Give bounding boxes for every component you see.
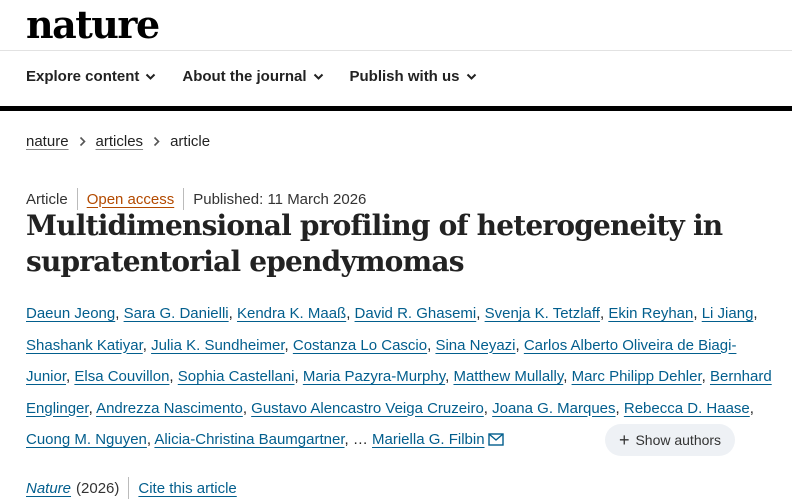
author-link[interactable]: Joana G. Marques <box>492 400 615 417</box>
nav-publish-label: Publish with us <box>349 68 460 85</box>
author-link[interactable]: Costanza Lo Cascio <box>293 337 427 354</box>
chevron-down-icon <box>146 73 156 80</box>
author-separator: , <box>615 399 624 417</box>
author-link[interactable]: Marc Philipp Dehler <box>572 368 702 385</box>
author-link[interactable]: Andrezza Nascimento <box>96 400 243 417</box>
author-separator: , <box>563 368 572 385</box>
author-link[interactable]: Svenja K. Tetzlaff <box>485 305 600 322</box>
plus-icon: + <box>618 430 630 450</box>
author-separator: , <box>753 305 758 322</box>
header-divider <box>0 50 792 51</box>
author-separator: , <box>476 305 485 322</box>
author-link[interactable]: Li Jiang <box>702 305 754 322</box>
show-authors-button[interactable]: + Show authors <box>605 424 735 456</box>
mail-icon[interactable] <box>487 433 504 446</box>
main-nav: Explore content About the journal Publis… <box>26 68 477 85</box>
author-separator: , <box>284 336 293 354</box>
author-link[interactable]: Kendra K. Maaß <box>237 305 346 322</box>
authors-ellipsis: … <box>352 431 368 448</box>
meta-divider <box>183 188 185 210</box>
nature-logo[interactable]: nature <box>26 2 160 47</box>
author-link[interactable]: Mariella G. Filbin <box>372 431 485 448</box>
author-separator: , <box>346 305 355 322</box>
author-link[interactable]: Elsa Couvillon <box>74 368 169 385</box>
author-separator: , <box>294 368 303 385</box>
author-link[interactable]: Gustavo Alencastro Veiga Cruzeiro <box>251 400 484 417</box>
author-link[interactable]: Shashank Katiyar <box>26 337 143 354</box>
author-link[interactable]: Sophia Castellani <box>178 368 295 385</box>
author-link[interactable]: Julia K. Sundheimer <box>151 337 284 354</box>
nav-about-journal[interactable]: About the journal <box>182 68 323 85</box>
author-link[interactable]: Daeun Jeong <box>26 305 115 322</box>
breadcrumb-articles[interactable]: articles <box>96 133 144 150</box>
open-access-link[interactable]: Open access <box>87 191 175 208</box>
author-separator: , <box>142 336 152 354</box>
breadcrumb-nature[interactable]: nature <box>26 133 69 150</box>
show-authors-label: Show authors <box>635 432 722 448</box>
author-link[interactable]: Matthew Mullally <box>453 368 563 385</box>
citation-line: Nature (2026) Cite this article <box>26 477 237 499</box>
author-separator: , <box>701 368 710 385</box>
author-link[interactable]: Alicia-Christina Baumgartner <box>154 431 344 448</box>
author-separator: , <box>515 336 524 354</box>
chevron-right-icon <box>79 136 86 147</box>
author-link[interactable]: Sara G. Danielli <box>124 305 229 322</box>
article-type: Article <box>26 190 68 208</box>
nav-publish-with-us[interactable]: Publish with us <box>350 68 477 85</box>
nav-explore-content-label: Explore content <box>26 68 140 85</box>
article-title: Multidimensional profiling of heterogene… <box>26 209 723 278</box>
author-separator: , <box>169 368 178 385</box>
author-separator: , <box>242 399 252 417</box>
author-link[interactable]: Ekin Reyhan <box>608 305 693 322</box>
nav-bottom-rule <box>0 106 792 111</box>
chevron-down-icon <box>313 73 323 80</box>
author-link[interactable]: Maria Pazyra-Murphy <box>303 368 445 385</box>
author-separator: , <box>115 305 124 322</box>
nav-about-journal-label: About the journal <box>182 68 307 85</box>
author-link[interactable]: Sina Neyazi <box>435 337 515 354</box>
author-separator: , <box>228 305 237 322</box>
author-separator: , <box>693 305 702 322</box>
breadcrumb-article: article <box>170 133 211 150</box>
author-separator: , <box>749 399 754 417</box>
cite-article-link[interactable]: Cite this article <box>138 480 236 497</box>
published-date: Published: 11 March 2026 <box>193 190 367 208</box>
author-link[interactable]: David R. Ghasemi <box>355 305 477 322</box>
article-meta: Article Open access Published: 11 March … <box>26 188 366 210</box>
chevron-down-icon <box>466 73 476 80</box>
author-link[interactable]: Cuong M. Nguyen <box>26 431 147 448</box>
author-separator: , <box>88 399 97 417</box>
breadcrumb: nature articles article <box>26 133 210 150</box>
meta-divider <box>76 188 78 210</box>
author-separator: , <box>344 431 353 448</box>
citation-divider <box>128 477 130 499</box>
chevron-right-icon <box>153 136 160 147</box>
nav-explore-content[interactable]: Explore content <box>26 68 156 85</box>
author-link[interactable]: Rebecca D. Haase <box>624 400 750 417</box>
author-separator: , <box>483 399 493 417</box>
journal-link[interactable]: Nature <box>26 480 71 497</box>
journal-year: (2026) <box>76 479 120 497</box>
